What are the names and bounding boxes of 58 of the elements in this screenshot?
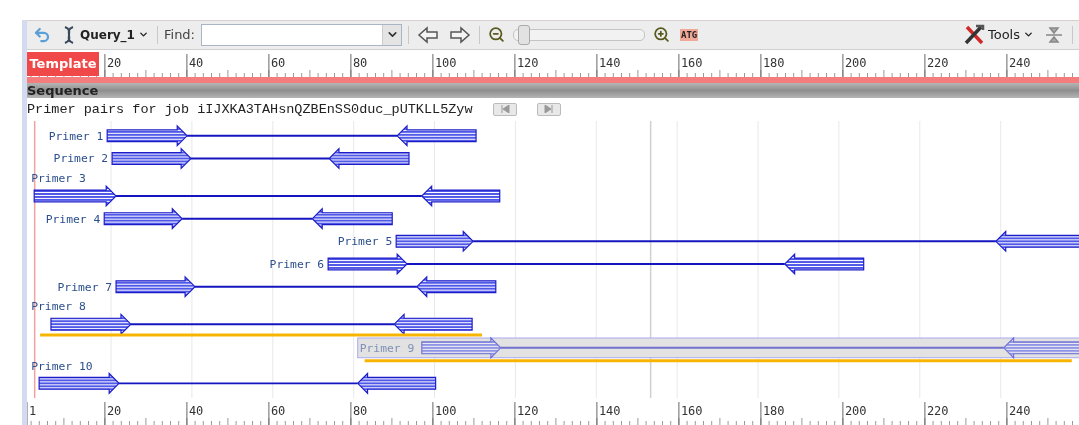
tick-label: 40 [188, 404, 204, 419]
first-page-icon [499, 105, 510, 114]
primer-label: Primer 1 [48, 128, 104, 143]
primer-pair-drawing[interactable] [115, 275, 497, 299]
primer-pair-drawing[interactable] [38, 372, 437, 395]
tick-label: 140 [598, 404, 621, 419]
tick-label: 240 [1008, 404, 1031, 419]
primer-label: Primer 9 [359, 341, 415, 355]
job-title: Primer pairs for job iIJXKA3TAHsnQZBEnSS0duc_pUTKLL5Zyw [27, 101, 473, 117]
primer-label: Primer 2 [53, 151, 109, 166]
tick-label: 80 [352, 404, 368, 419]
primer-pair-drawing[interactable] [106, 124, 477, 148]
translate-button[interactable]: ATG [678, 22, 701, 47]
last-page-button[interactable] [536, 102, 561, 116]
first-page-button[interactable] [492, 102, 517, 116]
primer-label: Primer 6 [269, 257, 325, 272]
primer-label: Primer 5 [337, 234, 393, 249]
primer-pair-drawing[interactable] [327, 252, 865, 276]
query-dropdown[interactable]: Query_1 [59, 22, 151, 47]
tick-label: 220 [926, 404, 949, 419]
tick-label: 60 [270, 404, 286, 419]
tools-icon [962, 23, 985, 46]
primer-label: Primer 7 [57, 279, 113, 294]
tick-label: 60 [270, 55, 286, 70]
primer-pair-drawing[interactable] [33, 184, 501, 208]
tick-label: 200 [844, 404, 867, 419]
tick-label: 240 [1008, 55, 1031, 70]
tick-label: 180 [762, 55, 785, 70]
find-field[interactable] [201, 23, 402, 46]
tick-label: 140 [598, 55, 621, 70]
last-page-icon [543, 105, 554, 114]
primer-label: Primer 8 [31, 299, 86, 314]
tick-label: 20 [106, 404, 122, 419]
find-label: Find: [164, 27, 195, 43]
primer-pair-drawing[interactable] [111, 147, 410, 170]
primer-pair-drawing[interactable] [103, 207, 393, 231]
tick-label: 100 [434, 404, 457, 419]
primer-pair-drawing[interactable] [395, 230, 1079, 253]
tools-menu[interactable]: Tools [960, 22, 1036, 47]
tick-label: 20 [106, 55, 122, 70]
tick-label: 120 [516, 55, 539, 70]
slider-thumb[interactable] [517, 24, 530, 45]
template-label: Template [27, 51, 99, 76]
tick-label: 80 [352, 55, 368, 70]
tick-label: 220 [926, 55, 949, 70]
track-label: Sequence [27, 82, 99, 98]
tick-label: 40 [188, 55, 204, 70]
tick-label: 100 [434, 55, 457, 70]
primer-label: Primer 4 [45, 211, 101, 226]
primer-label: Primer 3 [31, 171, 86, 186]
tick-label: 200 [844, 55, 867, 70]
tick-label: 120 [516, 404, 539, 419]
tick-label: 160 [680, 55, 703, 70]
primer-pair-drawing[interactable] [50, 313, 473, 336]
tick-label: 160 [680, 404, 703, 419]
tick-label: 180 [762, 404, 785, 419]
tick-label: 1 [29, 404, 37, 419]
primer-label: Primer 10 [31, 358, 93, 373]
